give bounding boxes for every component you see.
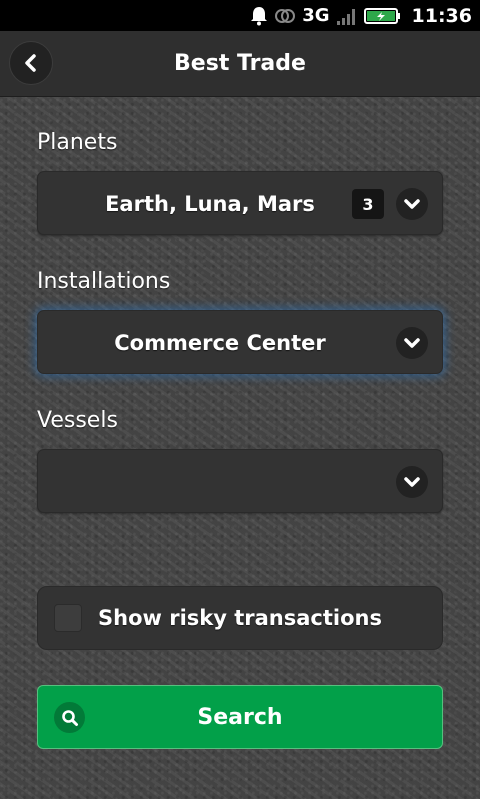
chevron-down-icon [396,327,428,359]
search-icon [54,702,85,733]
chevron-down-icon [396,188,428,220]
sync-icon [274,5,296,27]
vessels-select[interactable] [37,449,443,513]
planets-label: Planets [37,130,118,155]
battery-charging-icon [363,7,402,25]
planets-select[interactable]: Earth, Luna, Mars 3 [37,171,443,235]
installations-label: Installations [37,269,171,294]
installations-value: Commerce Center [114,331,326,355]
chevron-left-icon [23,53,39,73]
app-header: Best Trade [0,31,480,97]
risky-transactions-toggle[interactable]: Show risky transactions [37,586,443,650]
search-button[interactable]: Search [37,685,443,749]
installations-select[interactable]: Commerce Center [37,310,443,374]
back-button[interactable] [9,41,53,85]
risky-transactions-checkbox[interactable] [54,604,82,632]
search-button-label: Search [197,704,283,730]
bell-icon [250,6,268,26]
risky-transactions-label: Show risky transactions [98,606,382,630]
vessels-label: Vessels [37,408,118,433]
vessels-value [38,450,382,514]
planets-value: Earth, Luna, Mars [105,192,315,216]
page-title: Best Trade [174,51,306,76]
planets-count-badge: 3 [352,189,384,219]
network-type: 3G [302,5,330,26]
chevron-down-icon [396,466,428,498]
clock: 11:36 [411,4,472,27]
status-bar: 3G 11:36 [0,0,480,31]
signal-icon [336,7,358,25]
